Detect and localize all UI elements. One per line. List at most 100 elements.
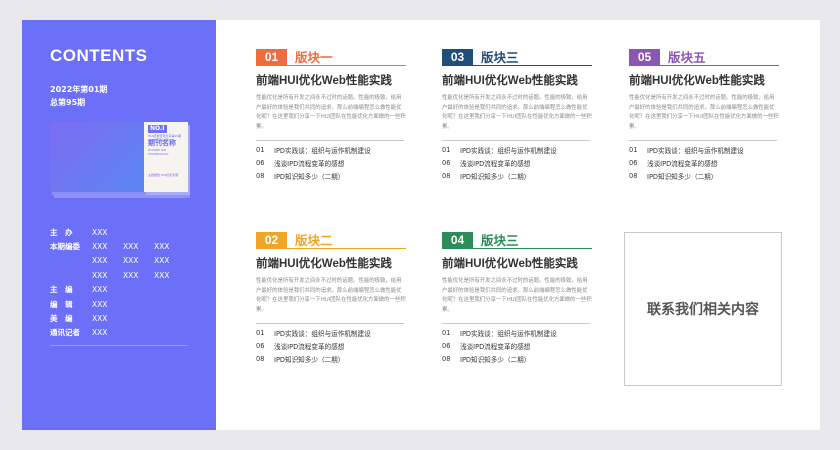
credit-row: 主 办 XXX: [50, 225, 210, 239]
article-list-item[interactable]: 08 IPD知识知多少（二期）: [256, 170, 406, 183]
article-list: 01 IPD实践谈：组织与运作机制建设 06 浅谈IPD流程变革的感想 08 IPD知识知…: [442, 327, 592, 365]
page-number: 08: [629, 171, 638, 180]
credit-name: XXX: [154, 270, 170, 280]
credit-name: XXX: [123, 270, 139, 280]
section-divider: [442, 323, 590, 324]
article-summary: 性能优化是所有开发之间永不过时的话题。性能的极致，给用户最好的体验是我们共同的追…: [442, 95, 592, 130]
page-number: 01: [256, 146, 265, 155]
article-list-item[interactable]: 08 IPD知识知多少（二期）: [629, 170, 779, 183]
section-block-1[interactable]: 01 版块一 前端HUI优化Web性能实践 性能优化是所有开发之间永不过时的话题。性能…: [256, 48, 406, 182]
sidebar-divider: [50, 345, 188, 346]
section-label: 版块二: [295, 233, 333, 248]
credit-role: 通讯记者: [50, 328, 80, 338]
page-number: 06: [629, 159, 638, 168]
credit-name: XXX: [92, 256, 108, 266]
page-number: 01: [256, 329, 265, 338]
credit-row: 编 辑 XXX: [50, 297, 210, 311]
article-list-item[interactable]: 01 IPD实践谈：组织与运作机制建设: [256, 144, 406, 157]
section-header: 05 版块五: [629, 48, 779, 66]
article-list: 01 IPD实践谈：组织与运作机制建设 06 浅谈IPD流程变革的感想 08 IPD知识知…: [256, 144, 406, 182]
credit-name: XXX: [92, 227, 108, 237]
credit-name: XXX: [92, 242, 108, 252]
section-header: 03 版块三: [442, 48, 592, 66]
credit-row: 美 编 XXX: [50, 311, 210, 325]
article-link-text: IPD实践谈：组织与运作机制建设: [274, 147, 371, 156]
magazine-cover: NO.I HUI研发智慧分享第95期 2022年第01期 期刊名称 HUAWEI…: [50, 122, 190, 198]
credit-row: 主 编 XXX: [50, 283, 210, 297]
article-summary: 性能优化是所有开发之间永不过时的话题。性能的极致，给用户最好的体验是我们共同的追…: [256, 95, 406, 130]
article-title[interactable]: 前端HUI优化Web性能实践: [442, 255, 592, 271]
credit-row: 通讯记者 XXX: [50, 326, 210, 340]
article-list-item[interactable]: 06 浅谈IPD流程变革的感想: [442, 340, 592, 353]
article-list-item[interactable]: 06 浅谈IPD流程变革的感想: [256, 157, 406, 170]
article-title[interactable]: 前端HUI优化Web性能实践: [442, 72, 592, 88]
cover-english-name: HUAWEI IPD TECHNOLOGY: [148, 148, 169, 156]
section-divider: [442, 140, 590, 141]
contact-us-box[interactable]: 联系我们相关内容: [624, 232, 782, 386]
total-issue-number: 总第95期: [50, 98, 86, 107]
article-summary: 性能优化是所有开发之间永不过时的话题。性能的极致，给用户最好的体验是我们共同的追…: [442, 278, 592, 313]
section-number: 01: [256, 48, 287, 65]
article-link-text: IPD知识知多少（二期）: [647, 172, 718, 181]
section-block-4[interactable]: 04 版块三前端HUI优化Web性能实践性能优化是所有开发之间永不过时的话题。性能…: [442, 231, 592, 365]
article-list-item[interactable]: 06 浅谈IPD流程变革的感想: [256, 340, 406, 353]
cover-footnote: 主题报告 HUI优化专题: [148, 173, 179, 177]
section-block-2[interactable]: 02 版块二前端HUI优化Web性能实践性能优化是所有开发之间永不过时的话题。性能…: [256, 231, 406, 366]
article-link-text: 浅谈IPD流程变革的感想: [460, 160, 531, 169]
credit-name: XXX: [92, 270, 108, 280]
credit-role: 编 辑: [50, 299, 73, 309]
article-link-text: IPD知识知多少（二期）: [274, 172, 345, 181]
section-number: 03: [442, 48, 473, 65]
article-title[interactable]: 前端HUI优化Web性能实践: [256, 72, 406, 88]
credit-name: XXX: [92, 328, 108, 338]
issue-number: 2022年第01期: [50, 85, 108, 94]
section-header: 04 版块三: [442, 231, 592, 249]
page-number: 06: [256, 342, 265, 351]
credit-name: XXX: [154, 242, 170, 252]
section-divider: [256, 140, 404, 141]
credit-role: 主 办: [50, 227, 73, 237]
credit-role: 本期编委: [50, 242, 80, 252]
article-summary: 性能优化是所有开发之间永不过时的话题。性能的极致，给用户最好的体验是我们共同的追…: [256, 278, 406, 313]
credit-name: XXX: [123, 242, 139, 252]
page-number: 06: [442, 342, 451, 351]
section-label: 版块三: [481, 233, 519, 248]
cover-image: [50, 122, 144, 192]
article-title[interactable]: 前端HUI优化Web性能实践: [256, 255, 406, 271]
contents-sidebar: CONTENTS 2022年第01期 总第95期 NO.I HUI研发智慧分享第…: [22, 20, 216, 430]
page-number: 06: [256, 159, 265, 168]
section-divider: [256, 323, 404, 324]
page-number: 08: [256, 354, 265, 363]
credit-name: XXX: [154, 256, 170, 266]
page-number: 01: [629, 146, 638, 155]
article-link-text: IPD知识知多少（二期）: [460, 355, 531, 364]
article-link-text: IPD实践谈：组织与运作机制建设: [460, 147, 557, 156]
page-number: 01: [442, 146, 451, 155]
section-label: 版块五: [668, 50, 706, 65]
article-link-text: IPD实践谈：组织与运作机制建设: [274, 330, 371, 339]
article-list-item[interactable]: 08 IPD知识知多少（二期）: [442, 170, 592, 183]
article-list-item[interactable]: 01 IPD实践谈：组织与运作机制建设: [442, 144, 592, 157]
section-block-3[interactable]: 03 版块三前端HUI优化Web性能实践性能优化是所有开发之间永不过时的话题。性能…: [442, 48, 592, 182]
section-block-5[interactable]: 05 版块五 前端HUI优化Web性能实践 性能优化是所有开发之间永不过时的话题。性能…: [629, 48, 779, 182]
article-list-item[interactable]: 06 浅谈IPD流程变革的感想: [629, 157, 779, 170]
section-number: 02: [256, 231, 287, 248]
article-link-text: IPD知识知多少（二期）: [460, 172, 531, 181]
article-list-item[interactable]: 01 IPD实践谈：组织与运作机制建设: [442, 327, 592, 340]
page-number: 01: [442, 329, 451, 338]
section-number: 05: [629, 48, 660, 65]
article-list-item[interactable]: 06 浅谈IPD流程变革的感想: [442, 157, 592, 170]
article-list-item[interactable]: 08 IPD知识知多少（二期）: [442, 353, 592, 366]
cover-magazine-name: 期刊名称: [148, 139, 176, 147]
cover-text-panel: NO.I HUI研发智慧分享第95期 2022年第01期 期刊名称 HUAWEI…: [144, 122, 188, 192]
article-title[interactable]: 前端HUI优化Web性能实践: [629, 72, 779, 88]
article-list: 01 IPD实践谈：组织与运作机制建设 06 浅谈IPD流程变革的感想 08 IPD知识知…: [629, 144, 779, 182]
article-list-item[interactable]: 01 IPD实践谈：组织与运作机制建设: [256, 327, 406, 340]
article-link-text: IPD实践谈：组织与运作机制建设: [460, 330, 557, 339]
credit-role: 主 编: [50, 285, 73, 295]
article-list: 01 IPD实践谈：组织与运作机制建设 06 浅谈IPD流程变革的感想 08 IPD知识知…: [442, 144, 592, 182]
article-list-item[interactable]: 01 IPD实践谈：组织与运作机制建设: [629, 144, 779, 157]
page-number: 06: [442, 159, 451, 168]
article-list-item[interactable]: 08 IPD知识知多少（二期）: [256, 353, 406, 366]
credit-row: XXX XXX XXX: [50, 254, 210, 268]
